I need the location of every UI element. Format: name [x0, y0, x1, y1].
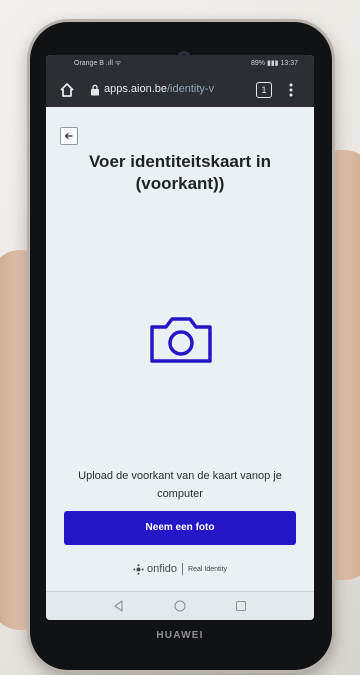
- battery-clock: 89% ▮▮▮ 13:37: [251, 60, 298, 67]
- arrow-left-icon: [64, 132, 73, 140]
- url-path: /identity-v: [167, 83, 215, 95]
- nav-home-icon[interactable]: [173, 599, 187, 613]
- address-bar[interactable]: apps.aion.be/identity-v: [104, 83, 244, 95]
- browser-toolbar: apps.aion.be/identity-v 1: [46, 73, 314, 107]
- url-domain: apps.aion.be: [104, 83, 167, 95]
- onfido-logo: onfido: [147, 563, 178, 575]
- page-title: Voer identiteitskaart in (voorkant)): [88, 152, 271, 193]
- status-bar: Orange B .ıll ᯤ 89% ▮▮▮ 13:37: [46, 55, 314, 73]
- lock-icon: [91, 84, 99, 96]
- footer-divider: [182, 563, 184, 575]
- more-vertical-icon[interactable]: [286, 81, 296, 99]
- device-brand: HUAWEI: [156, 630, 204, 641]
- system-nav-bar: [46, 591, 314, 620]
- phone-screen: Orange B .ıll ᯤ 89% ▮▮▮ 13:37 apps.aion.…: [46, 55, 314, 620]
- home-icon[interactable]: [58, 81, 76, 99]
- back-button[interactable]: [60, 127, 78, 145]
- onfido-logo-icon: [133, 563, 144, 575]
- carrier-signal: Orange B .ıll ᯤ: [74, 60, 122, 67]
- camera-icon: [150, 317, 212, 363]
- tabs-button[interactable]: 1: [256, 82, 272, 98]
- footer: onfido Real Identity: [46, 563, 314, 583]
- footer-tagline: Real Identity: [188, 565, 227, 573]
- instruction-text: Upload de voorkant van de kaart vanop je…: [78, 470, 282, 500]
- nav-back-icon[interactable]: [112, 599, 126, 613]
- take-photo-button[interactable]: Neem een foto: [64, 511, 296, 545]
- nav-recents-icon[interactable]: [234, 599, 248, 613]
